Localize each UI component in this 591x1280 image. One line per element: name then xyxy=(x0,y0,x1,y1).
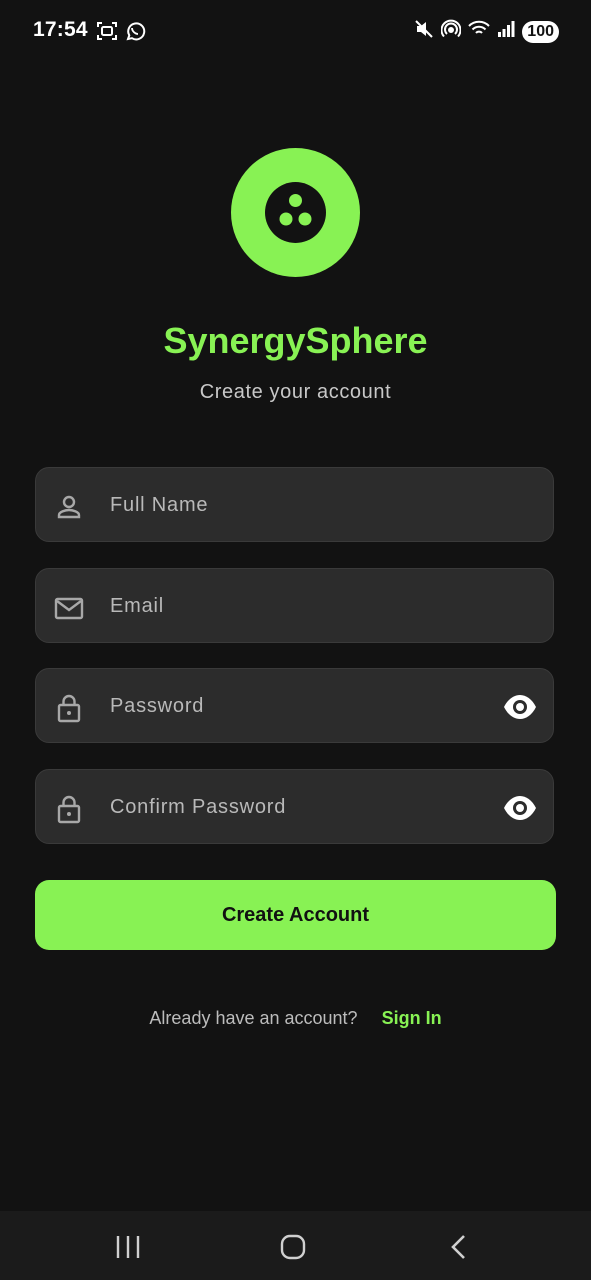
password-placeholder: Password xyxy=(110,695,205,717)
lock-icon xyxy=(57,694,81,723)
email-placeholder: Email xyxy=(110,595,165,617)
battery-indicator: 100 xyxy=(522,20,559,43)
status-time: 17:54 xyxy=(33,18,88,41)
signin-row: Already have an account? Sign In xyxy=(0,1008,591,1029)
three-dots-circle-logo xyxy=(265,182,326,243)
email-field[interactable]: Email xyxy=(35,568,554,643)
recents-icon[interactable] xyxy=(113,1233,143,1261)
status-right-icons: 100 xyxy=(414,19,559,44)
screenshot-icon xyxy=(96,20,118,47)
wifi-icon xyxy=(468,19,491,44)
hotspot-icon xyxy=(440,19,462,44)
eye-icon[interactable] xyxy=(503,793,537,823)
back-icon[interactable] xyxy=(444,1233,474,1261)
home-icon[interactable] xyxy=(278,1233,308,1261)
page-subtitle: Create your account xyxy=(199,381,392,403)
signin-link[interactable]: Sign In xyxy=(382,1008,442,1028)
full-name-field[interactable]: Full Name xyxy=(35,467,554,542)
password-field[interactable]: Password xyxy=(35,668,554,743)
status-bar: 17:54 100 xyxy=(0,0,591,62)
eye-icon[interactable] xyxy=(503,692,537,722)
signal-icon xyxy=(497,20,515,43)
navigation-bar xyxy=(0,1211,591,1280)
app-logo xyxy=(231,148,360,277)
app-title: SynergySphere xyxy=(163,320,428,361)
whatsapp-icon xyxy=(124,20,146,47)
confirm-password-field[interactable]: Confirm Password xyxy=(35,769,554,844)
person-icon xyxy=(57,495,81,519)
create-account-label: Create Account xyxy=(221,903,370,926)
create-account-button[interactable]: Create Account xyxy=(35,880,556,950)
confirm-password-placeholder: Confirm Password xyxy=(110,796,287,818)
mail-icon xyxy=(54,597,84,620)
status-left-icons xyxy=(96,20,146,47)
mute-icon xyxy=(414,19,434,44)
full-name-placeholder: Full Name xyxy=(110,494,209,516)
signin-prompt: Already have an account? xyxy=(149,1008,358,1028)
lock-icon xyxy=(57,795,81,824)
